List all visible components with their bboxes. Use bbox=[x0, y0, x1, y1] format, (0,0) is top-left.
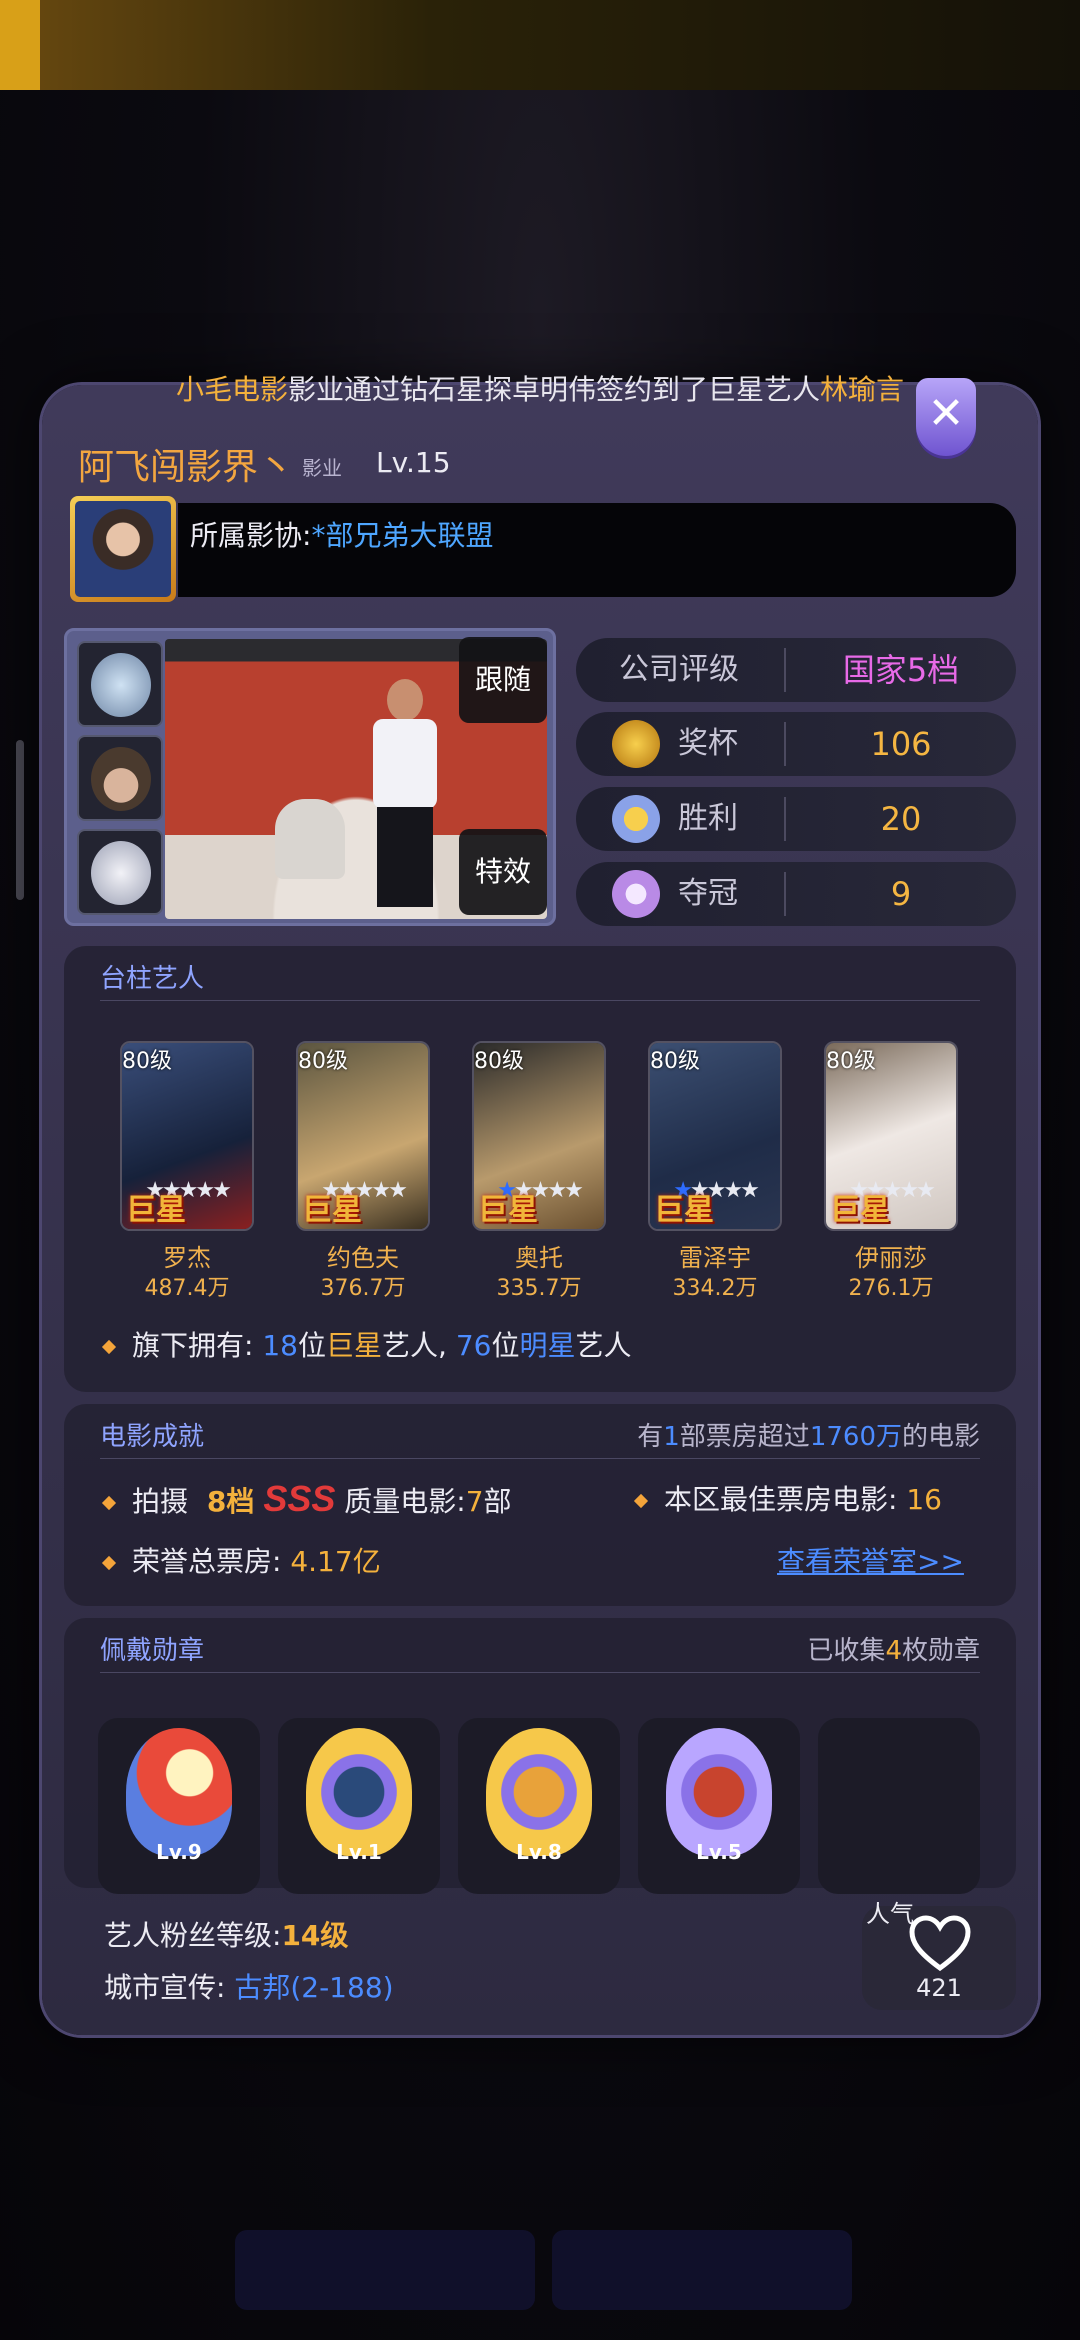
crown-icon bbox=[612, 870, 660, 918]
player-level: Lv.15 bbox=[376, 446, 451, 479]
mask-icon bbox=[91, 653, 151, 717]
win-value: 20 bbox=[880, 800, 922, 838]
artist-name: 雷泽宇 bbox=[679, 1244, 751, 1272]
artist-name: 奥托 bbox=[515, 1244, 563, 1272]
medal-slot[interactable]: Lv.8 bbox=[458, 1718, 620, 1894]
avatar-portrait bbox=[75, 501, 171, 597]
champion-label: 夺冠 bbox=[678, 876, 738, 911]
fan-level: 艺人粉丝等级:14级 bbox=[104, 1919, 349, 1952]
popularity-value: 421 bbox=[916, 1974, 962, 2002]
popularity-label: 人气 bbox=[866, 1900, 914, 1928]
best-film: 本区最佳票房电影: 16 bbox=[633, 1478, 942, 1518]
popularity-box[interactable]: 人气 421 bbox=[862, 1900, 1016, 2010]
trophy-icon bbox=[612, 720, 660, 768]
rating-label: 公司评级 bbox=[619, 652, 739, 687]
scrollbar[interactable] bbox=[16, 740, 24, 900]
background-button-left bbox=[235, 2230, 535, 2310]
film-section: 电影成就 有1部票房超过1760万的电影 拍摄 8档 SSS 质量电影:7部 本… bbox=[64, 1404, 1016, 1606]
artist-name: 罗杰 bbox=[163, 1244, 211, 1272]
artist-value: 334.2万 bbox=[672, 1276, 758, 1301]
artist-name: 约色夫 bbox=[327, 1244, 399, 1272]
artist-value: 276.1万 bbox=[848, 1276, 934, 1301]
medal-slot[interactable]: Lv.5 bbox=[638, 1718, 800, 1894]
guild-name[interactable]: *部兄弟大联盟 bbox=[311, 519, 493, 552]
medals-title: 佩戴勋章 bbox=[100, 1636, 205, 1666]
artists-section: 台柱艺人 80级 ★★★★★ 巨星 罗杰 487.4万 80级 ★★★★★ 巨星… bbox=[64, 946, 1016, 1392]
company-type: 影业 bbox=[302, 456, 342, 480]
notice-artist: 林瑜言 bbox=[820, 373, 905, 406]
rating-row: 公司评级 国家5档 bbox=[576, 638, 1016, 702]
medal-slot[interactable]: Lv.1 bbox=[278, 1718, 440, 1894]
notice-text: 影业通过钻石星探卓明伟签约到了巨星艺人 bbox=[287, 373, 820, 406]
artist-card[interactable]: 80级 ★★★★★ 巨星 bbox=[824, 1041, 958, 1231]
trophy-label: 奖杯 bbox=[678, 726, 738, 761]
artist-card[interactable]: 80级 ★★★★★ 巨星 bbox=[472, 1041, 606, 1231]
background-button-right bbox=[552, 2230, 852, 2310]
total-box-office: 荣誉总票房: 4.17亿 bbox=[101, 1540, 381, 1580]
artist-value: 487.4万 bbox=[144, 1276, 230, 1301]
hair-slot[interactable] bbox=[77, 735, 163, 821]
champion-row: 夺冠 9 bbox=[576, 862, 1016, 926]
empty-medal-slot[interactable] bbox=[818, 1718, 980, 1894]
character-stage: 跟随 特效 bbox=[64, 628, 556, 926]
medal-slot[interactable]: Lv.9 bbox=[98, 1718, 260, 1894]
outfit-icon bbox=[91, 841, 151, 905]
champion-value: 9 bbox=[890, 875, 912, 913]
character-figure bbox=[365, 679, 445, 909]
artist-card[interactable]: 80级 ★★★★★ 巨星 bbox=[120, 1041, 254, 1231]
top-banner bbox=[0, 0, 1080, 90]
artist-value: 335.7万 bbox=[496, 1276, 582, 1301]
close-icon: ✕ bbox=[927, 388, 965, 439]
accessory-slot[interactable] bbox=[77, 641, 163, 727]
follow-button[interactable]: 跟随 bbox=[459, 637, 547, 723]
city-promo: 城市宣传: 古邦(2-188) bbox=[104, 1971, 394, 2004]
artist-card[interactable]: 80级 ★★★★★ 巨星 bbox=[648, 1041, 782, 1231]
popcorn-medal-icon bbox=[126, 1728, 232, 1856]
honor-room-link[interactable]: 查看荣誉室>> bbox=[777, 1540, 964, 1580]
heart-icon bbox=[909, 1915, 971, 1972]
artist-card[interactable]: 80级 ★★★★★ 巨星 bbox=[296, 1041, 430, 1231]
win-row: 胜利 20 bbox=[576, 787, 1016, 851]
film-summary: 有1部票房超过1760万的电影 bbox=[637, 1422, 980, 1452]
effect-button[interactable]: 特效 bbox=[459, 829, 547, 915]
artist-name: 伊丽莎 bbox=[855, 1244, 927, 1272]
artist-value: 376.7万 bbox=[320, 1276, 406, 1301]
trophy-row: 奖杯 106 bbox=[576, 712, 1016, 776]
rating-value: 国家5档 bbox=[842, 651, 960, 689]
medals-collected: 已收集4枚勋章 bbox=[807, 1636, 980, 1666]
medals-section: 佩戴勋章 已收集4枚勋章 Lv.9 Lv.1 Lv.8 Lv.5 bbox=[64, 1618, 1016, 1894]
film-quality: 拍摄 8档 SSS 质量电影:7部 bbox=[101, 1478, 512, 1520]
player-name: 阿飞闯影界丶 bbox=[78, 446, 295, 487]
win-label: 胜利 bbox=[678, 801, 738, 836]
trophy-value: 106 bbox=[870, 725, 932, 763]
outfit-slot[interactable] bbox=[77, 829, 163, 915]
close-button[interactable]: ✕ bbox=[916, 378, 976, 456]
portrait-medal-icon bbox=[666, 1728, 772, 1856]
film-title: 电影成就 bbox=[100, 1422, 205, 1452]
ufo-medal-icon bbox=[306, 1728, 412, 1856]
city-value[interactable]: 古邦(2-188) bbox=[234, 1971, 393, 2004]
avatar[interactable] bbox=[70, 496, 176, 602]
hair-icon bbox=[91, 747, 151, 811]
chair bbox=[275, 799, 345, 879]
notice-company: 小毛电影 bbox=[175, 373, 288, 406]
guild-label: 所属影协: bbox=[190, 519, 312, 552]
win-icon bbox=[612, 795, 660, 843]
owned-artists: 旗下拥有: 18位巨星艺人, 76位明星艺人 bbox=[101, 1324, 632, 1364]
artists-title: 台柱艺人 bbox=[100, 964, 205, 994]
guild-info[interactable]: 所属影协:*部兄弟大联盟 bbox=[190, 514, 493, 554]
soldier-medal-icon bbox=[486, 1728, 592, 1856]
